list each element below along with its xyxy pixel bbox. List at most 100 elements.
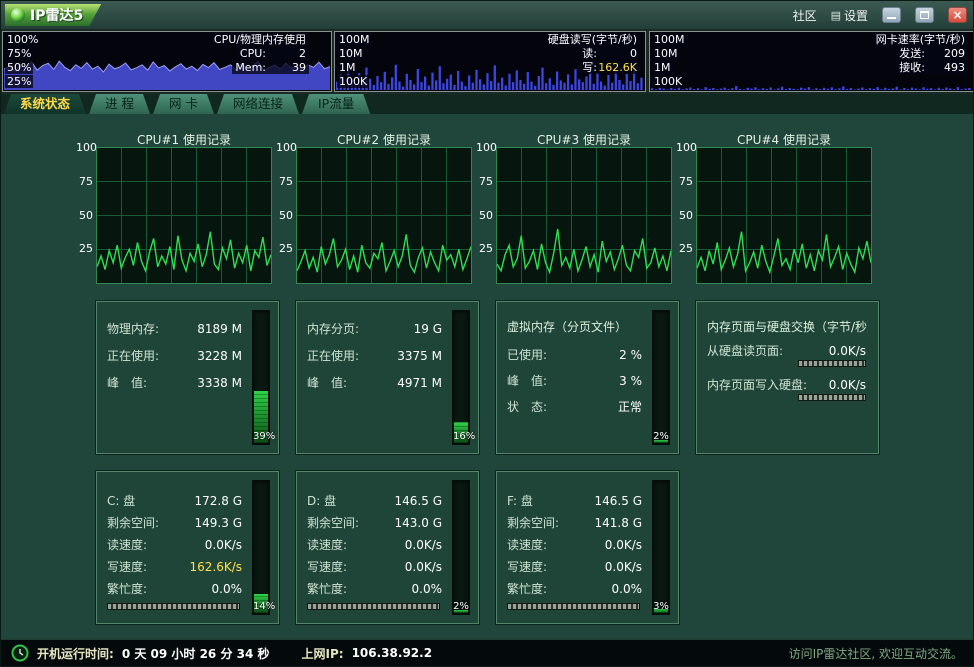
tab-bar: 系统状态 进 程 网 卡 网络连接 IP流量 — [1, 94, 973, 114]
usage-percent-label: 3% — [653, 601, 669, 612]
top-meters: 100% 75% 50% 25% CPU/物理内存使用 CPU: 2 Mem: … — [1, 29, 973, 94]
row-label: 写速度: — [107, 560, 147, 574]
y-tick-25: 25 — [76, 242, 93, 255]
scale-label-1m: 1M — [652, 61, 673, 74]
usage-percent-label: 2% — [453, 601, 469, 612]
physical-memory-usage-bar: 39% — [252, 310, 270, 445]
swap-read-bar — [798, 360, 866, 367]
y-tick-75: 75 — [676, 175, 693, 188]
cpu3-chart-title: CPU#3 使用记录 — [496, 131, 672, 148]
row-value: 3 % — [619, 374, 642, 388]
row-value: 19 G — [414, 322, 442, 336]
scale-label-100pct: 100% — [5, 33, 40, 46]
disk-name: C: 盘 — [107, 494, 135, 508]
row-label: 状 态: — [507, 400, 547, 414]
uptime-clock-icon — [11, 644, 29, 662]
disk-size: 146.5 G — [395, 494, 442, 508]
scale-label-100m: 100M — [652, 33, 687, 46]
scale-label-1m: 1M — [337, 61, 358, 74]
disk-f-panel: F: 盘146.5 G 剩余空间:141.8 G 读速度:0.0K/s 写速度:… — [496, 471, 679, 624]
nic-recv-label: 接收: — [899, 61, 925, 74]
row-value: 0.0% — [412, 582, 443, 596]
usage-percent-label: 16% — [453, 431, 469, 442]
row-value: 正常 — [618, 400, 642, 414]
disk-read-readout: 读: 0 — [579, 47, 640, 60]
maximize-icon — [920, 11, 929, 19]
memory-paging-usage-bar: 16% — [452, 310, 470, 445]
scale-label-50pct: 50% — [5, 61, 33, 74]
panel-title: 内存页面与硬盘交换（字节/秒） — [707, 318, 868, 335]
y-tick-75: 75 — [76, 175, 93, 188]
nic-speed-meter: 100M 10M 1M 100K 网卡速率(字节/秒) 发送: 209 接收: … — [649, 31, 974, 92]
row-label: 读速度: — [307, 538, 347, 552]
row-label: 剩余空间: — [107, 516, 159, 530]
disk-io-meter: 100M 10M 1M 100K 硬盘读写(字节/秒) 读: 0 写: 162.… — [334, 31, 646, 92]
row-label: 内存分页: — [307, 322, 359, 336]
cpu-mem-meter-title: CPU/物理内存使用 — [211, 33, 309, 46]
tab-processes[interactable]: 进 程 — [89, 94, 150, 114]
row-label: 从硬盘读页面: — [707, 344, 783, 358]
minimize-button[interactable] — [882, 7, 901, 23]
tab-ip-traffic[interactable]: IP流量 — [302, 94, 370, 114]
row-value: 162.6K/s — [189, 560, 242, 574]
app-logo: IP雷达5 — [5, 4, 101, 26]
row-value: 3338 M — [197, 376, 242, 390]
cpu2-usage-chart: CPU#2 使用记录 100 75 50 25 — [276, 131, 476, 289]
y-tick-100: 100 — [76, 141, 93, 154]
y-tick-100: 100 — [476, 141, 493, 154]
disk-busy-bar — [307, 603, 440, 610]
disk-io-meter-title: 硬盘读写(字节/秒) — [545, 33, 640, 46]
y-tick-75: 75 — [476, 175, 493, 188]
community-link[interactable]: 社区 — [793, 7, 817, 24]
titlebar: IP雷达5 社区 ▤ 设置 × — [1, 1, 973, 29]
disk-read-label: 读: — [582, 47, 597, 60]
disk-c-panel: C: 盘172.8 G 剩余空间:149.3 G 读速度:0.0K/s 写速度:… — [96, 471, 279, 624]
row-value: 143.0 G — [395, 516, 442, 530]
minimize-icon — [887, 17, 896, 19]
community-promo-text: 访问IP雷达社区, 欢迎互动交流。 — [789, 645, 963, 662]
disk-f-usage-bar: 3% — [652, 480, 670, 615]
cpu2-chart-title: CPU#2 使用记录 — [296, 131, 472, 148]
y-tick-75: 75 — [276, 175, 293, 188]
disk-size: 146.5 G — [595, 494, 642, 508]
uptime-label: 开机运行时间: — [37, 645, 114, 662]
y-tick-25: 25 — [276, 242, 293, 255]
status-bar: 开机运行时间: 0 天 09 小时 26 分 34 秒 上网IP: 106.38… — [1, 639, 973, 666]
row-value: 3375 M — [397, 349, 442, 363]
maximize-button[interactable] — [915, 7, 934, 23]
y-tick-50: 50 — [276, 209, 293, 222]
virtual-memory-usage-bar: 2% — [652, 310, 670, 445]
mem-usage-readout: Mem: 39 — [232, 61, 309, 74]
y-tick-25: 25 — [476, 242, 493, 255]
row-label: 正在使用: — [307, 349, 359, 363]
close-button[interactable]: × — [948, 7, 967, 23]
tab-system-status[interactable]: 系统状态 — [4, 94, 86, 114]
row-label: 物理内存: — [107, 322, 159, 336]
row-label: 内存页面写入硬盘: — [707, 378, 807, 392]
y-tick-50: 50 — [76, 209, 93, 222]
scale-label-25pct: 25% — [5, 75, 33, 88]
tab-network-connections[interactable]: 网络连接 — [217, 94, 299, 114]
mem-label: Mem: — [235, 61, 266, 74]
row-label: 繁忙度: — [307, 582, 347, 596]
row-label: 繁忙度: — [507, 582, 547, 596]
row-label: 已使用: — [507, 348, 547, 362]
usage-percent-label: 2% — [653, 431, 669, 442]
disk-busy-bar — [507, 603, 640, 610]
row-label: 写速度: — [307, 560, 347, 574]
settings-button[interactable]: ▤ 设置 — [831, 7, 868, 24]
cpu1-chart-title: CPU#1 使用记录 — [96, 131, 272, 148]
row-value: 0.0K/s — [405, 538, 442, 552]
row-value: 0.0K/s — [829, 378, 866, 392]
app-logo-icon — [11, 8, 25, 22]
uptime-value: 0 天 09 小时 26 分 34 秒 — [122, 645, 270, 662]
row-value: 149.3 G — [195, 516, 242, 530]
tab-nic[interactable]: 网 卡 — [153, 94, 214, 114]
scale-label-100k: 100K — [337, 75, 369, 88]
cpu4-chart-title: CPU#4 使用记录 — [696, 131, 872, 148]
row-label: 读速度: — [507, 538, 547, 552]
disk-d-panel: D: 盘146.5 G 剩余空间:143.0 G 读速度:0.0K/s 写速度:… — [296, 471, 479, 624]
y-tick-50: 50 — [476, 209, 493, 222]
nic-send-readout: 发送: 209 — [896, 47, 968, 60]
usage-percent-label: 39% — [253, 431, 269, 442]
